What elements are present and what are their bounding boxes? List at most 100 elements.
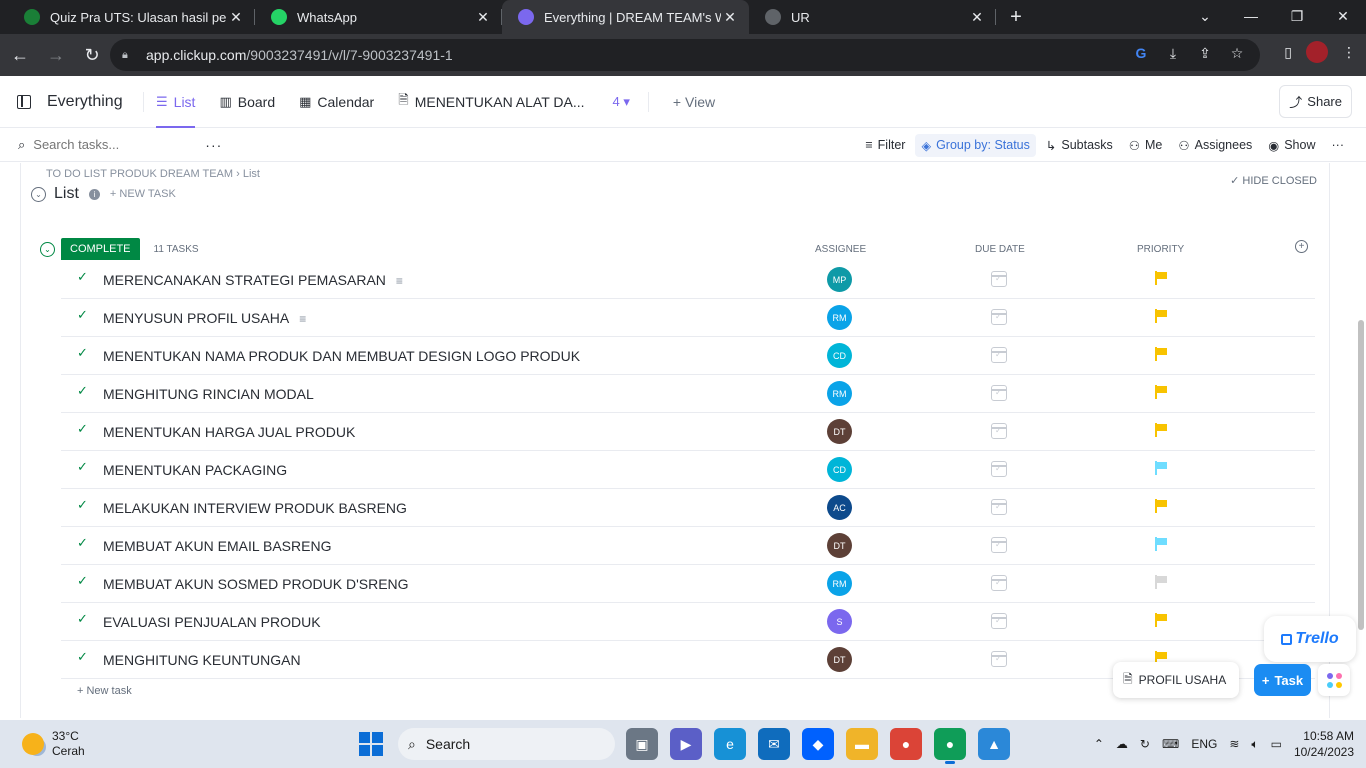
browser-tab[interactable]: Everything | DREAM TEAM's Workspace✕ bbox=[502, 0, 749, 34]
priority-flag-icon[interactable] bbox=[1155, 309, 1168, 323]
share-button[interactable]: ⤴ Share bbox=[1279, 85, 1352, 118]
assignee-avatar[interactable]: DT bbox=[827, 647, 852, 672]
breadcrumb-current[interactable]: List bbox=[243, 168, 260, 180]
close-tab-icon[interactable]: ✕ bbox=[474, 9, 492, 26]
assignee-avatar[interactable]: RM bbox=[827, 571, 852, 596]
priority-flag-icon[interactable] bbox=[1155, 613, 1168, 627]
more-views-dropdown[interactable]: 4 ▾ bbox=[613, 94, 630, 110]
minimize-button[interactable]: — bbox=[1228, 0, 1274, 32]
assignee-avatar[interactable]: S bbox=[827, 609, 852, 634]
checkmark-icon[interactable]: ✓ bbox=[77, 269, 88, 285]
view-tab-doc[interactable]: 🗎︎ MENENTUKAN ALAT DA... bbox=[398, 77, 584, 128]
checkmark-icon[interactable]: ✓ bbox=[77, 573, 88, 589]
task-name[interactable]: MELAKUKAN INTERVIEW PRODUK BASRENG bbox=[103, 500, 407, 516]
view-tab-board[interactable]: ▥ Board bbox=[219, 77, 275, 128]
checkmark-icon[interactable]: ✓ bbox=[77, 345, 88, 361]
search-options-icon[interactable]: ··· bbox=[205, 137, 222, 153]
priority-flag-icon[interactable] bbox=[1155, 537, 1168, 551]
sync-icon[interactable]: ↻ bbox=[1140, 737, 1150, 751]
task-name[interactable]: MENGHITUNG RINCIAN MODAL bbox=[103, 386, 314, 402]
file-explorer-icon[interactable]: ▬ bbox=[846, 728, 878, 760]
due-date-calendar-icon[interactable] bbox=[991, 271, 1007, 287]
assignee-avatar[interactable]: DT bbox=[827, 419, 852, 444]
due-date-calendar-icon[interactable] bbox=[991, 613, 1007, 629]
priority-flag-icon[interactable] bbox=[1155, 461, 1168, 475]
task-row[interactable]: ✓ MENYUSUN PROFIL USAHA ≡ RM bbox=[61, 299, 1315, 337]
back-button[interactable]: ← bbox=[4, 39, 36, 71]
task-row[interactable]: ✓ MEMBUAT AKUN SOSMED PRODUK D'SRENG RM bbox=[61, 565, 1315, 603]
forward-button[interactable]: → bbox=[40, 39, 72, 71]
checkmark-icon[interactable]: ✓ bbox=[77, 421, 88, 437]
priority-flag-icon[interactable] bbox=[1155, 347, 1168, 361]
profile-avatar[interactable] bbox=[1306, 41, 1328, 63]
taskbar-search[interactable]: ⌕ Search bbox=[398, 728, 615, 760]
wifi-icon[interactable]: ≋ bbox=[1229, 737, 1239, 751]
onedrive-icon[interactable]: ☁ bbox=[1116, 737, 1128, 751]
show-button[interactable]: ◉ Show bbox=[1262, 134, 1321, 157]
assignee-avatar[interactable]: AC bbox=[827, 495, 852, 520]
task-row[interactable]: ✓ MENENTUKAN PACKAGING CD bbox=[61, 451, 1315, 489]
checkmark-icon[interactable]: ✓ bbox=[77, 535, 88, 551]
assignee-avatar[interactable]: CD bbox=[827, 457, 852, 482]
add-column-icon[interactable]: + bbox=[1295, 240, 1308, 253]
task-row[interactable]: ✓ MELAKUKAN INTERVIEW PRODUK BASRENG AC bbox=[61, 489, 1315, 527]
due-date-calendar-icon[interactable] bbox=[991, 347, 1007, 363]
checkmark-icon[interactable]: ✓ bbox=[77, 497, 88, 513]
due-date-calendar-icon[interactable] bbox=[991, 423, 1007, 439]
photos-icon[interactable]: ▲ bbox=[978, 728, 1010, 760]
due-date-calendar-icon[interactable] bbox=[991, 461, 1007, 477]
task-row[interactable]: ✓ MENGHITUNG RINCIAN MODAL RM bbox=[61, 375, 1315, 413]
task-row[interactable]: ✓ MENENTUKAN NAMA PRODUK DAN MEMBUAT DESI… bbox=[61, 337, 1315, 375]
task-name[interactable]: MERENCANAKAN STRATEGI PEMASARAN ≡ bbox=[103, 272, 403, 288]
info-icon[interactable]: i bbox=[88, 188, 100, 200]
task-row[interactable]: ✓ MERENCANAKAN STRATEGI PEMASARAN ≡ MP bbox=[61, 261, 1315, 299]
share-page-icon[interactable]: ⇪ bbox=[1194, 45, 1216, 62]
priority-flag-icon[interactable] bbox=[1155, 385, 1168, 399]
collapse-group-icon[interactable]: ⌄ bbox=[40, 241, 55, 257]
task-name[interactable]: MENENTUKAN NAMA PRODUK DAN MEMBUAT DESIG… bbox=[103, 348, 580, 364]
volume-icon[interactable]: 🔈︎ bbox=[1251, 737, 1258, 752]
task-row[interactable]: ✓ MEMBUAT AKUN EMAIL BASRENG DT bbox=[61, 527, 1315, 565]
close-tab-icon[interactable]: ✕ bbox=[968, 9, 986, 26]
doc-chip[interactable]: 🗎︎ PROFIL USAHA bbox=[1113, 662, 1239, 698]
side-panel-icon[interactable]: ▯ bbox=[1284, 44, 1292, 61]
checkmark-icon[interactable]: ✓ bbox=[77, 649, 88, 665]
bookmark-star-icon[interactable]: ☆ bbox=[1226, 45, 1248, 62]
due-date-calendar-icon[interactable] bbox=[991, 651, 1007, 667]
collapse-list-icon[interactable]: ⌄ bbox=[31, 186, 46, 202]
restore-button[interactable]: ❐ bbox=[1274, 0, 1320, 32]
breadcrumb-parent[interactable]: TO DO LIST PRODUK DREAM TEAM bbox=[46, 168, 233, 180]
due-date-calendar-icon[interactable] bbox=[991, 499, 1007, 515]
assignee-avatar[interactable]: MP bbox=[827, 267, 852, 292]
close-tab-icon[interactable]: ✕ bbox=[721, 9, 739, 26]
more-options-icon[interactable]: ··· bbox=[1326, 134, 1351, 156]
add-view-button[interactable]: + View bbox=[673, 94, 715, 110]
windows-start-icon[interactable] bbox=[359, 732, 383, 756]
subtasks-button[interactable]: ↳ Subtasks bbox=[1040, 134, 1119, 157]
view-tab-calendar[interactable]: ▦ Calendar bbox=[299, 77, 374, 128]
task-name[interactable]: MENENTUKAN HARGA JUAL PRODUK bbox=[103, 424, 355, 440]
priority-flag-icon[interactable] bbox=[1155, 499, 1168, 513]
url-bar[interactable]: 🔒︎ app.clickup.com /9003237491/v/l/7-900… bbox=[110, 39, 1260, 71]
filter-button[interactable]: ≡ Filter bbox=[859, 134, 911, 156]
chevron-up-icon[interactable]: ⌃ bbox=[1094, 737, 1104, 751]
install-icon[interactable]: ⤓ bbox=[1162, 45, 1184, 62]
task-name[interactable]: MENENTUKAN PACKAGING bbox=[103, 462, 287, 478]
teams-chat-icon[interactable]: ▶ bbox=[670, 728, 702, 760]
reload-button[interactable]: ↻ bbox=[76, 39, 108, 71]
assignees-button[interactable]: ⚇ Assignees bbox=[1172, 134, 1258, 157]
close-tab-icon[interactable]: ✕ bbox=[227, 9, 245, 26]
task-name[interactable]: MENGHITUNG KEUNTUNGAN bbox=[103, 652, 301, 668]
new-task-link[interactable]: + NEW TASK bbox=[110, 188, 176, 200]
column-header-priority[interactable]: PRIORITY bbox=[1137, 244, 1184, 255]
checkmark-icon[interactable]: ✓ bbox=[77, 459, 88, 475]
status-badge[interactable]: COMPLETE bbox=[61, 238, 140, 260]
trello-widget[interactable]: Trello bbox=[1264, 616, 1356, 662]
assignee-avatar[interactable]: DT bbox=[827, 533, 852, 558]
page-scrollbar[interactable] bbox=[1358, 320, 1364, 630]
group-by-button[interactable]: ◈ Group by: Status bbox=[915, 133, 1036, 157]
hide-closed-button[interactable]: ✓ HIDE CLOSED bbox=[1230, 174, 1317, 187]
task-view-icon[interactable]: ▣ bbox=[626, 728, 658, 760]
edge-icon[interactable]: e bbox=[714, 728, 746, 760]
browser-menu-icon[interactable]: ⋮ bbox=[1342, 44, 1356, 61]
